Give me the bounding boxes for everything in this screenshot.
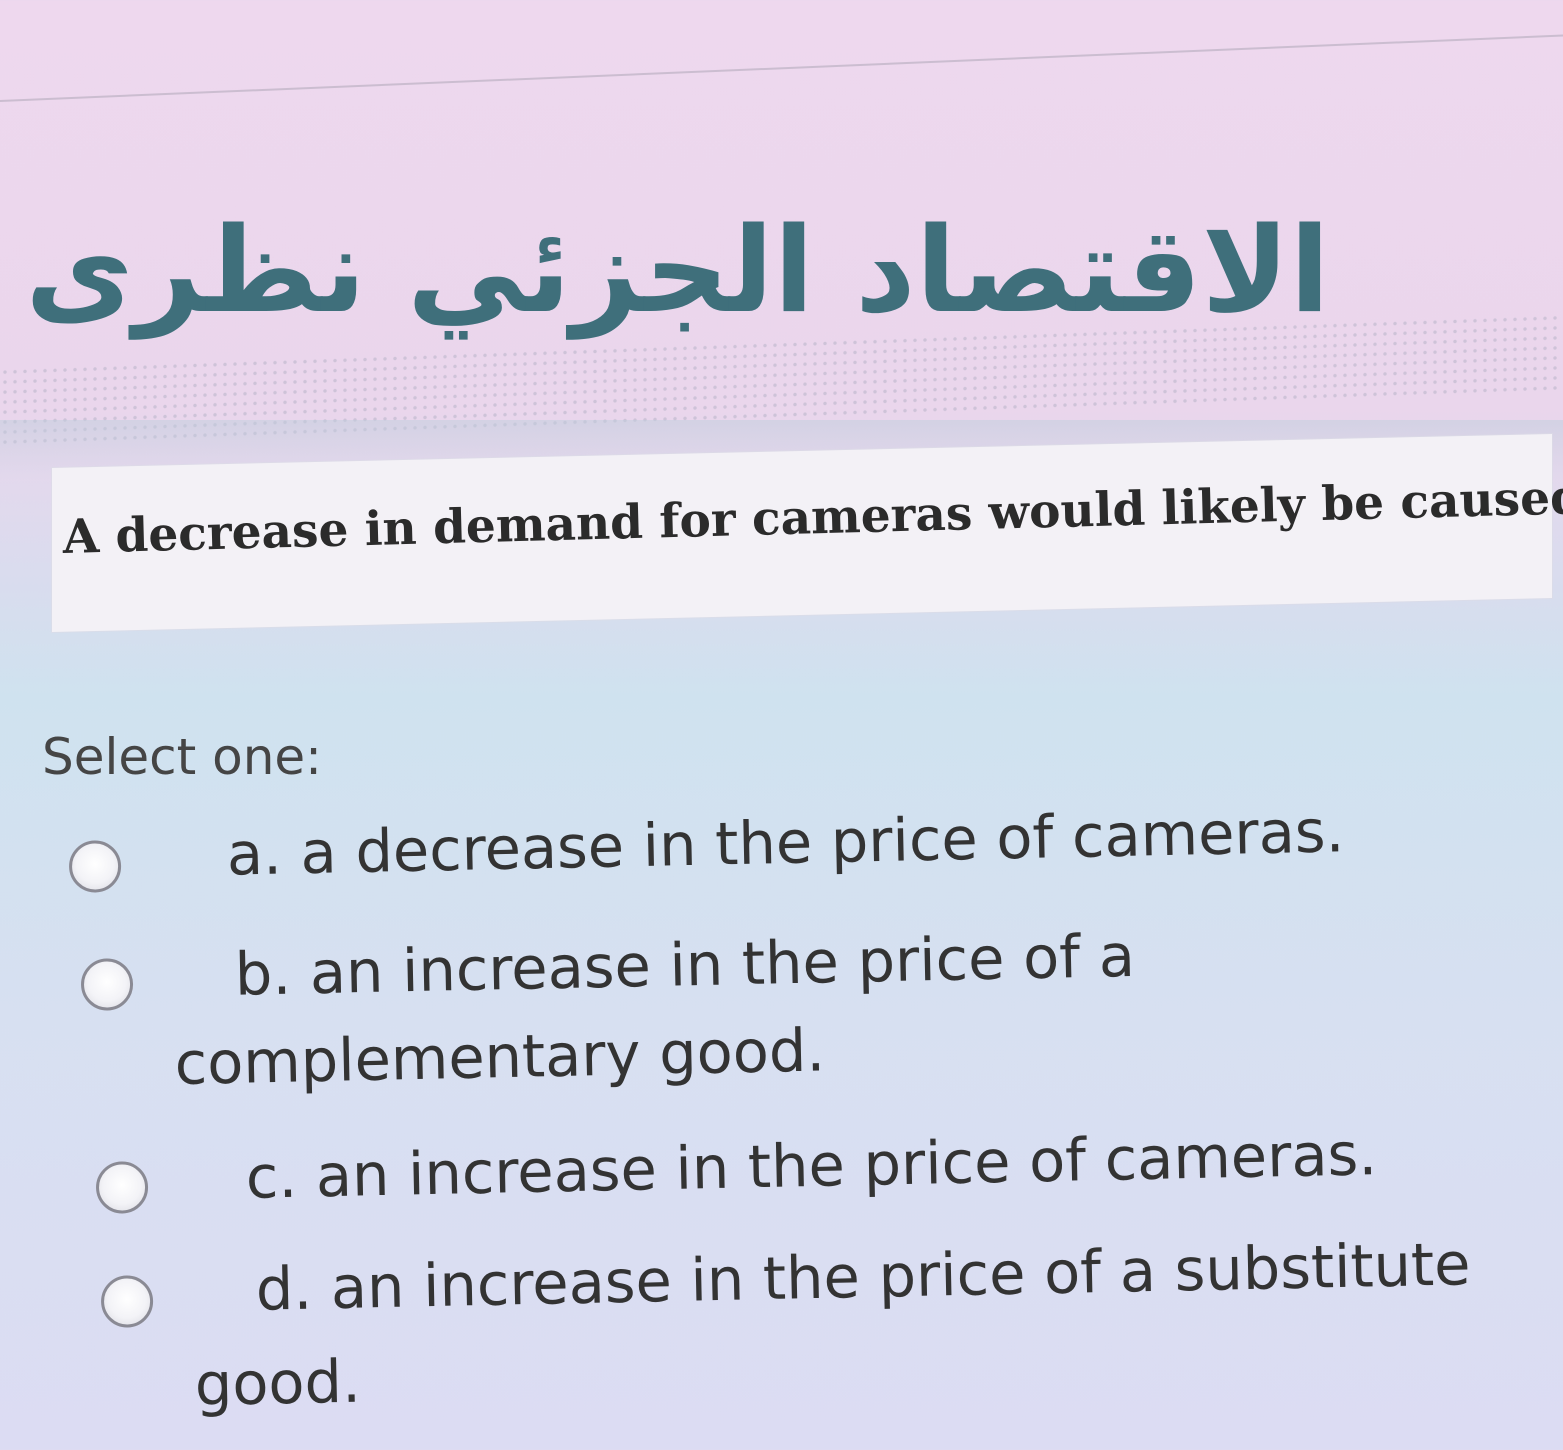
- header-divider: [0, 34, 1563, 182]
- answer-option-d[interactable]: d. an increase in the price of a substit…: [100, 1221, 1503, 1430]
- answer-option-b-text: b. an increase in the price of a: [234, 920, 1136, 1009]
- select-one-label: Select one:: [42, 728, 323, 786]
- radio-button-b[interactable]: [80, 957, 134, 1011]
- radio-button-c[interactable]: [95, 1160, 149, 1214]
- answer-option-c[interactable]: c. an increase in the price of cameras.: [95, 1109, 1497, 1238]
- answer-option-d-text-continued: good.: [194, 1346, 362, 1420]
- answer-option-b[interactable]: b. an increase in the price of a complem…: [80, 906, 1483, 1115]
- answer-option-a[interactable]: a. a decrease in the price of cameras.: [68, 786, 1470, 915]
- answer-option-b-text-continued: complementary good.: [173, 1015, 826, 1099]
- answer-option-d-text: d. an increase in the price of a substit…: [255, 1229, 1472, 1324]
- radio-button-d[interactable]: [100, 1274, 154, 1328]
- radio-button-a[interactable]: [68, 839, 122, 893]
- answer-option-c-text: c. an increase in the price of cameras.: [245, 1119, 1378, 1212]
- answer-option-a-text: a. a decrease in the price of cameras.: [226, 796, 1345, 889]
